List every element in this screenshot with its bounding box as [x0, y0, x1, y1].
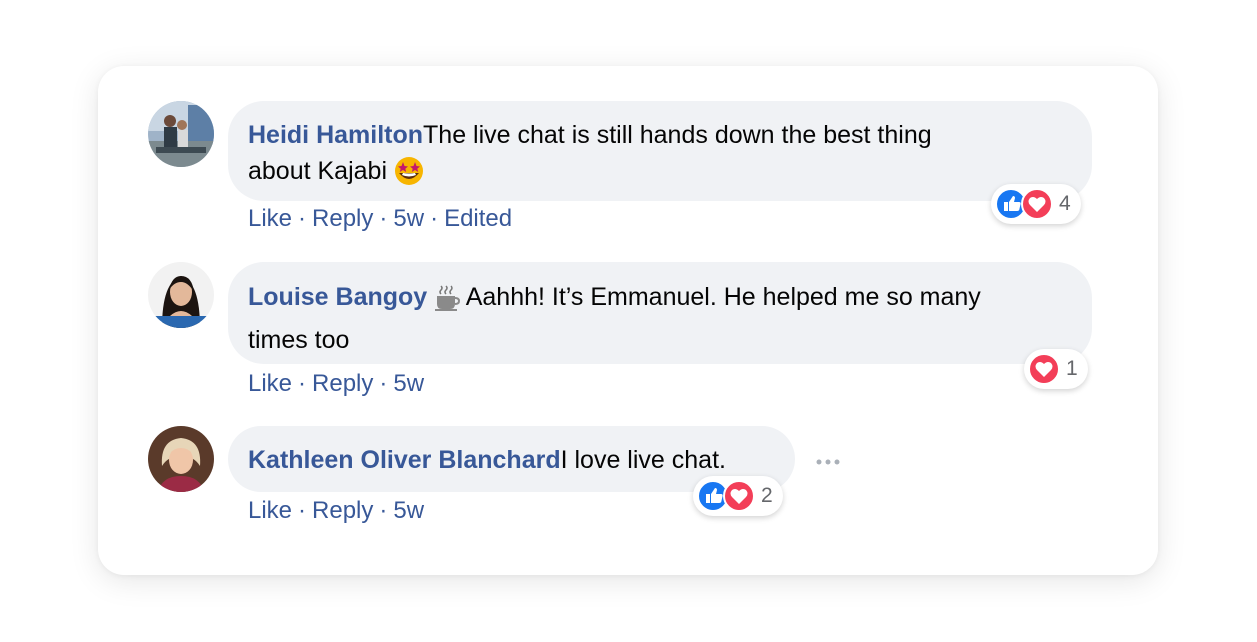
- like-link[interactable]: Like: [248, 370, 292, 397]
- reaction-summary[interactable]: 2: [693, 476, 783, 516]
- reaction-count: 1: [1066, 357, 1078, 380]
- comment-actions: Like · Reply · 5w: [248, 497, 424, 525]
- comment-text: The live chat is still hands down the be…: [423, 121, 932, 149]
- like-link[interactable]: Like: [248, 497, 292, 524]
- star-struck-emoji-icon: [394, 156, 424, 196]
- comment-author[interactable]: Louise Bangoy: [248, 283, 427, 311]
- reaction-count: 2: [761, 484, 773, 507]
- reaction-summary[interactable]: 1: [1024, 349, 1088, 389]
- reply-link[interactable]: Reply: [312, 205, 373, 232]
- comment-bubble: Louise Bangoy Aahhh! It’s Emmanuel. He h…: [228, 262, 1092, 364]
- separator: ·: [298, 370, 307, 397]
- comment-text: I love live chat.: [560, 446, 726, 474]
- love-reaction-icon: [1028, 353, 1060, 385]
- comment-text: Aahhh! It’s Emmanuel. He helped me so ma…: [465, 283, 981, 311]
- timestamp-link[interactable]: 5w: [393, 370, 424, 397]
- edited-link[interactable]: Edited: [444, 205, 512, 232]
- timestamp-link[interactable]: 5w: [393, 205, 424, 232]
- separator: ·: [379, 205, 388, 232]
- coffee-icon: [434, 284, 461, 322]
- comment-text-line2: about Kajabi: [248, 157, 388, 185]
- avatar-kathleen-oliver-blanchard[interactable]: [148, 426, 214, 492]
- love-reaction-icon: [1021, 188, 1053, 220]
- more-options-icon[interactable]: [814, 452, 844, 472]
- reaction-count: 4: [1059, 192, 1071, 215]
- love-reaction-icon: [723, 480, 755, 512]
- like-link[interactable]: Like: [248, 205, 292, 232]
- reply-link[interactable]: Reply: [312, 370, 373, 397]
- separator: ·: [379, 370, 388, 397]
- timestamp-link[interactable]: 5w: [393, 497, 424, 524]
- separator: ·: [298, 497, 307, 524]
- comment-author[interactable]: Heidi Hamilton: [248, 121, 423, 149]
- separator: ·: [430, 205, 439, 232]
- reaction-summary[interactable]: 4: [991, 184, 1081, 224]
- comment-author[interactable]: Kathleen Oliver Blanchard: [248, 446, 561, 474]
- reply-link[interactable]: Reply: [312, 497, 373, 524]
- comment-bubble: Heidi HamiltonThe live chat is still han…: [228, 101, 1092, 201]
- comment-actions: Like · Reply · 5w: [248, 370, 424, 398]
- comment-actions: Like · Reply · 5w · Edited: [248, 205, 512, 233]
- separator: ·: [379, 497, 388, 524]
- avatar-heidi-hamilton[interactable]: [148, 101, 214, 167]
- separator: ·: [298, 205, 307, 232]
- avatar-louise-bangoy[interactable]: [148, 262, 214, 328]
- comment-text-line2: times too: [248, 326, 350, 354]
